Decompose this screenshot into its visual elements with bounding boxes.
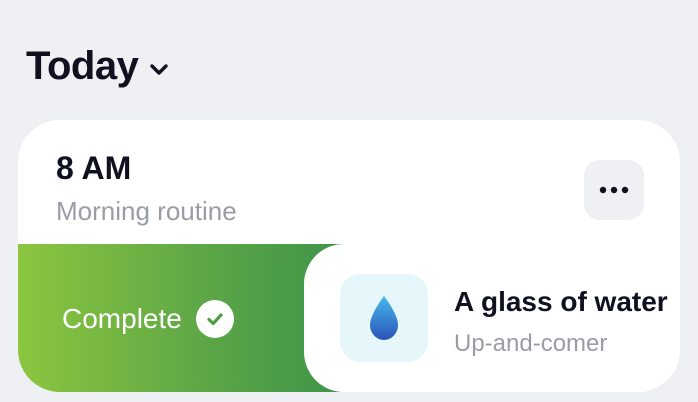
habit-item[interactable]: A glass of water Up-and-comer [304, 244, 680, 392]
page-title: Today [26, 44, 139, 88]
routine-card: 8 AM Morning routine Complete A glass of… [18, 120, 680, 392]
more-horizontal-icon [599, 186, 629, 194]
routine-time: 8 AM [56, 150, 132, 186]
complete-label: Complete [62, 303, 182, 334]
water-drop-icon [370, 296, 398, 340]
chevron-down-icon [150, 63, 169, 75]
habit-icon-tile [340, 274, 428, 362]
habit-subtitle: Up-and-comer [454, 330, 608, 357]
more-options-button[interactable] [584, 160, 644, 220]
check-circle-icon [195, 300, 234, 338]
habit-title: A glass of water [454, 286, 668, 317]
routine-name: Morning routine [56, 196, 237, 226]
day-selector[interactable]: Today [26, 44, 170, 89]
